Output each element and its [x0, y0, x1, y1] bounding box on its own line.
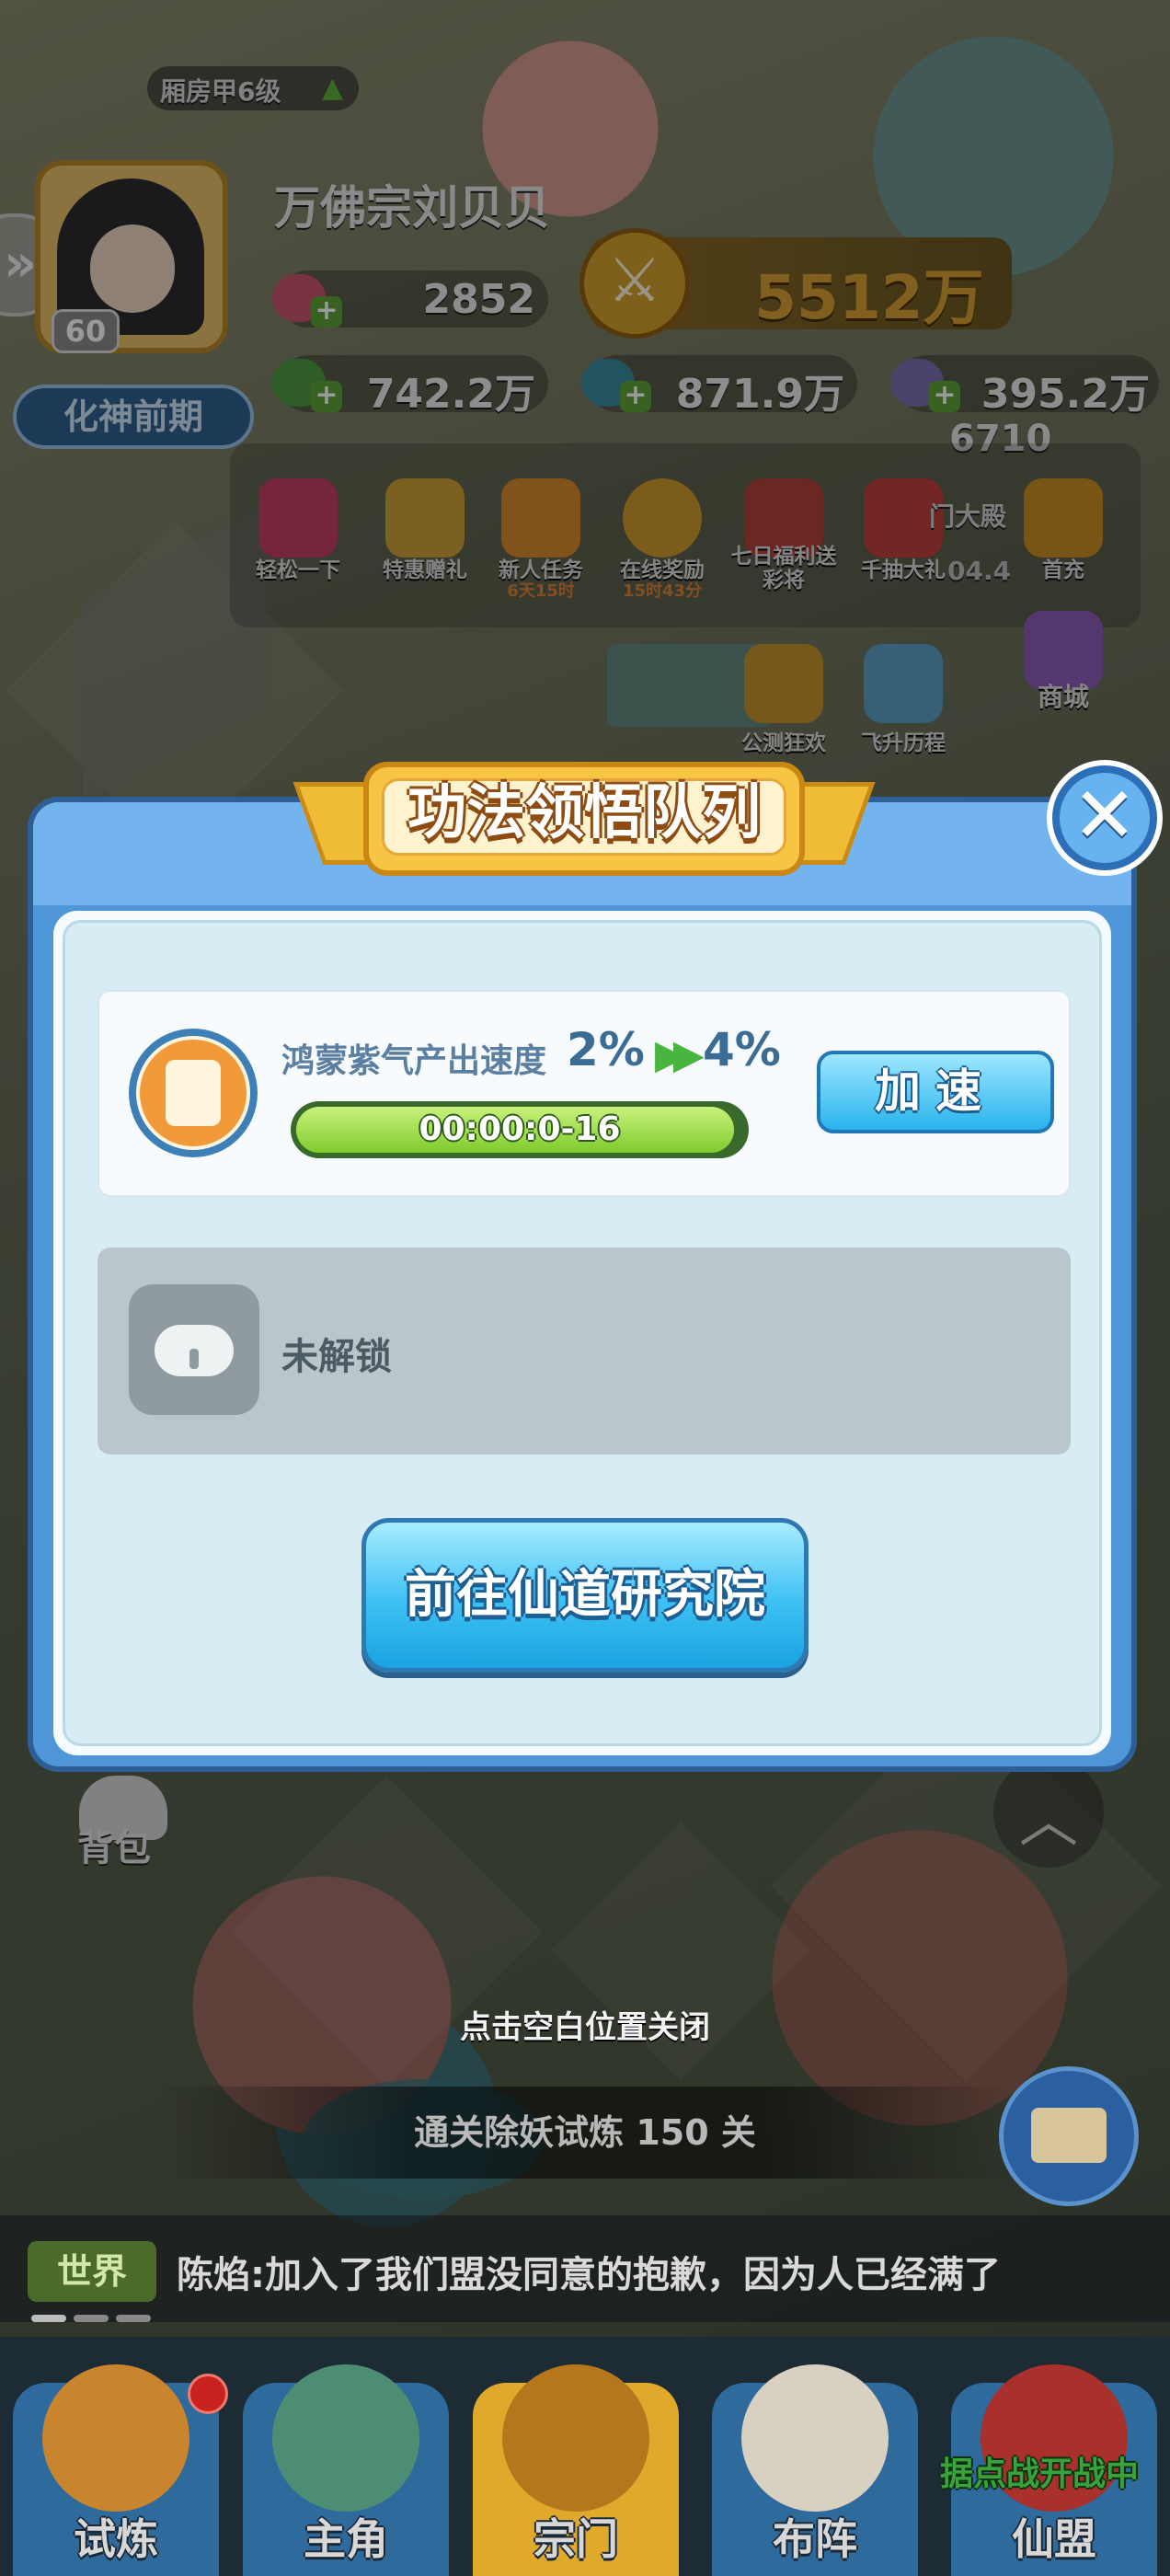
chat-page-dot [74, 2315, 109, 2322]
quest-banner[interactable]: 通关除妖试炼 150 关 [156, 2087, 1014, 2179]
nav-label-hero: 主角 [304, 2514, 388, 2564]
skill-scroll-icon [129, 1029, 258, 1157]
close-hint: 点击空白位置关闭 [460, 2009, 710, 2046]
go-button-label: 前往仙道研究院 [405, 1565, 765, 1625]
chat-page-dot [31, 2315, 66, 2322]
skill-description: 鸿蒙紫气产出速度 [281, 1042, 547, 1080]
nav-tab-hero[interactable]: 主角 [235, 2364, 456, 2576]
bonus-current: 2% [567, 1023, 645, 1076]
chat-channel-tag[interactable]: 世界 [28, 2241, 156, 2302]
incense-burner-icon [502, 2364, 649, 2512]
speed-up-button[interactable]: 加速 [817, 1051, 1054, 1133]
notification-dot [188, 2374, 228, 2414]
speed-up-label: 加速 [875, 1064, 996, 1118]
close-icon: ✕ [1072, 770, 1138, 860]
bonus-next: 4% [703, 1023, 781, 1076]
queue-timer: 00:00:0-16 [419, 1110, 621, 1148]
locked-label: 未解锁 [281, 1336, 392, 1378]
dialog-title: 功法领悟队列 [407, 779, 761, 847]
close-button[interactable]: ✕ [1047, 760, 1163, 876]
chat-message: 陈焰:加入了我们盟没同意的抱歉，因为人已经满了 [177, 2254, 1001, 2296]
lotus-shrine-icon [42, 2364, 189, 2512]
dialog-title-plate: 功法领悟队列 [292, 753, 876, 891]
nav-label-trial: 试炼 [74, 2514, 158, 2564]
quest-book-button[interactable] [999, 2066, 1139, 2206]
chat-page-dot [116, 2315, 151, 2322]
yin-yang-icon [741, 2364, 889, 2512]
nav-tab-sect[interactable]: 宗门 [465, 2364, 686, 2576]
nav-tab-formation[interactable]: 布阵 [705, 2364, 925, 2576]
book-icon [1031, 2108, 1107, 2163]
nav-label-formation: 布阵 [773, 2514, 857, 2564]
nav-label-sect: 宗门 [533, 2514, 618, 2564]
double-arrow-right-icon: ▶▶ [655, 1031, 705, 1078]
alliance-event-promo: 据点战开战中 [940, 2455, 1140, 2493]
go-to-research-institute-button[interactable]: 前往仙道研究院 [361, 1518, 809, 1673]
queue-progress-bar: 00:00:0-16 [291, 1101, 749, 1158]
lock-icon [129, 1284, 259, 1415]
nav-label-alliance: 仙盟 [1012, 2514, 1096, 2564]
nav-tab-trial[interactable]: 试炼 [6, 2364, 228, 2576]
quest-text: 通关除妖试炼 150 关 [414, 2112, 756, 2153]
meditating-hero-icon [272, 2364, 419, 2512]
